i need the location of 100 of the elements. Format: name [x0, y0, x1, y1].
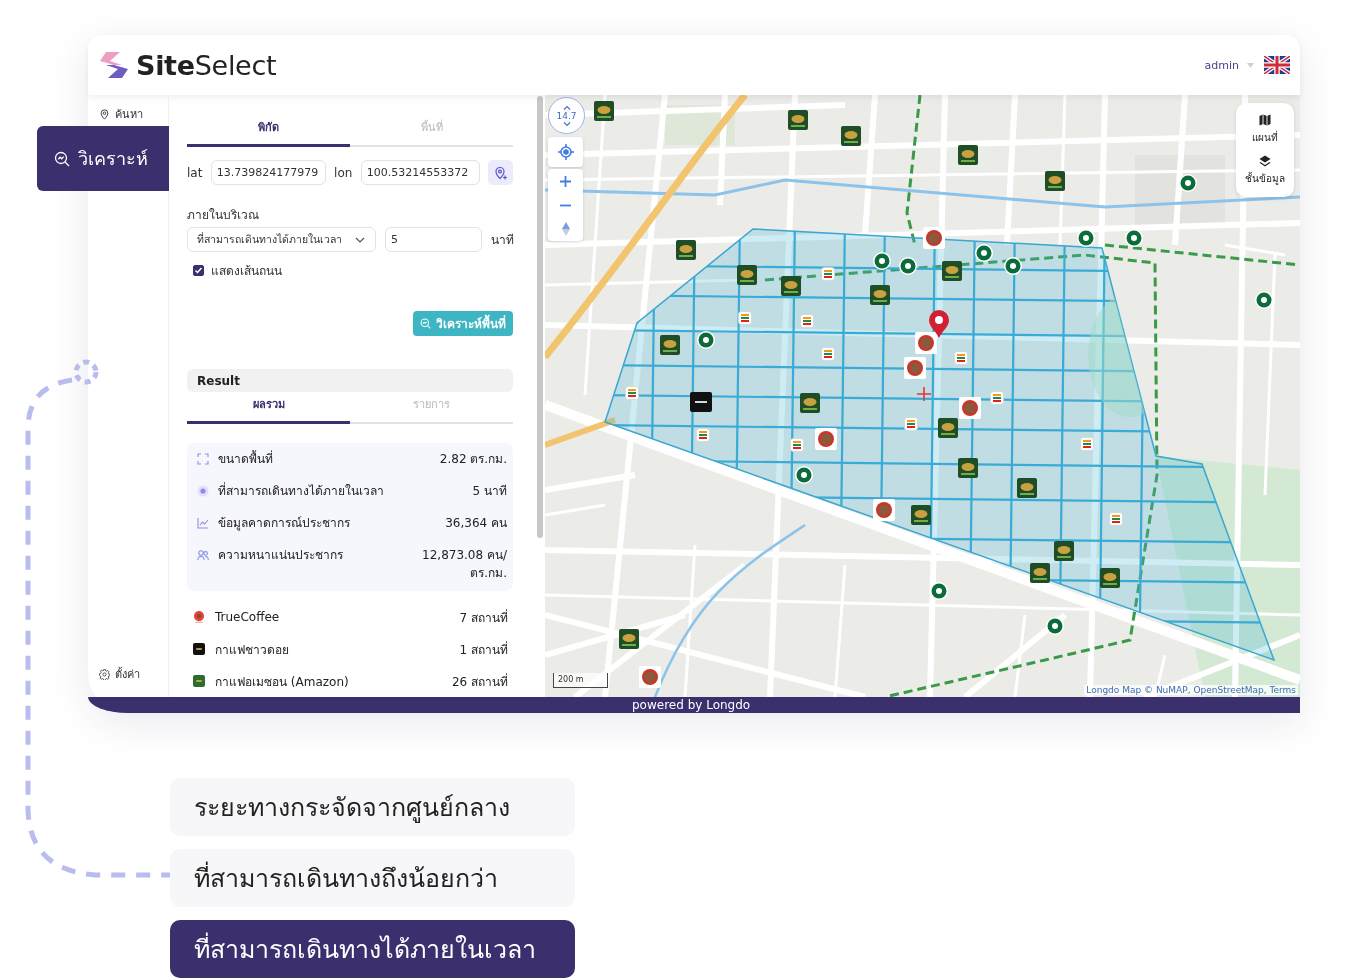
- store-marker-icon[interactable]: [625, 386, 639, 400]
- square-marker-icon[interactable]: [690, 392, 712, 412]
- round-cafe-marker-icon[interactable]: [1255, 291, 1273, 309]
- cafe-marker-icon[interactable]: [911, 505, 931, 525]
- cafe-marker-icon[interactable]: [942, 261, 962, 281]
- store-marker-icon[interactable]: [990, 391, 1004, 405]
- latitude-input[interactable]: 13.739824177979: [210, 160, 326, 185]
- cafe-marker-icon[interactable]: [619, 629, 639, 649]
- map-icon: [1259, 113, 1271, 126]
- flag-icon[interactable]: [1264, 56, 1290, 74]
- round-cafe-marker-icon[interactable]: [975, 244, 993, 262]
- store-marker-icon[interactable]: [790, 438, 804, 452]
- scrollbar[interactable]: [537, 96, 543, 538]
- option-item[interactable]: ระยะทางกระจัดจากศูนย์กลาง: [170, 778, 575, 836]
- minutes-unit: นาที: [491, 232, 514, 249]
- cafe-marker-icon[interactable]: [958, 145, 978, 165]
- footer-text: powered by Longdo: [632, 697, 751, 713]
- pin-add-icon: [493, 165, 508, 180]
- checkbox[interactable]: [193, 265, 204, 276]
- cafe-marker-icon[interactable]: [958, 458, 978, 478]
- brand-count: 26 สถานที่: [451, 672, 508, 691]
- cafe-marker-icon[interactable]: [938, 418, 958, 438]
- minutes-input[interactable]: 5: [385, 227, 482, 252]
- scale-bar: 200 m: [553, 673, 608, 688]
- cafe-marker-icon[interactable]: [1100, 568, 1120, 588]
- store-marker-icon[interactable]: [800, 314, 814, 328]
- cafe-marker-icon[interactable]: [841, 126, 861, 146]
- ring-marker-icon[interactable]: [959, 397, 981, 419]
- round-cafe-marker-icon[interactable]: [873, 252, 891, 270]
- tab[interactable]: ผลรวม: [187, 392, 350, 424]
- round-cafe-marker-icon[interactable]: [930, 582, 948, 600]
- cafe-marker-icon[interactable]: [737, 265, 757, 285]
- crosshair-icon: [557, 144, 574, 160]
- nav-item[interactable]: ค้นหา: [88, 103, 168, 125]
- cafe-marker-icon[interactable]: [1045, 171, 1065, 191]
- cafe-marker-icon[interactable]: [788, 110, 808, 130]
- cafe-marker-icon[interactable]: [1017, 478, 1037, 498]
- cafe-marker-icon[interactable]: [594, 101, 614, 121]
- store-marker-icon[interactable]: [1080, 437, 1094, 451]
- store-marker-icon[interactable]: [1109, 512, 1123, 526]
- option-item[interactable]: ที่สามารถเดินทางถึงน้อยกว่า: [170, 849, 575, 907]
- stat-label: ขนาดพื้นที่: [218, 450, 273, 468]
- logo-icon: [100, 52, 128, 78]
- brand-name-label: กาแฟอเมซอน (Amazon): [215, 673, 349, 691]
- ring-marker-icon[interactable]: [923, 227, 945, 249]
- stat-label: ข้อมูลคาดการณ์ประชากร: [218, 515, 350, 532]
- lat-label: lat: [187, 165, 203, 180]
- cafe-marker-icon[interactable]: [1030, 563, 1050, 583]
- cafe-marker-icon[interactable]: [676, 240, 696, 260]
- round-cafe-marker-icon[interactable]: [795, 466, 813, 484]
- area-type-select[interactable]: ที่สามารถเดินทางได้ภายในเวลา: [187, 227, 376, 252]
- option-item[interactable]: ที่สามารถเดินทางได้ภายในเวลา: [170, 920, 575, 978]
- cafe-marker-icon[interactable]: [870, 285, 890, 305]
- cafe-marker-icon[interactable]: [1054, 541, 1074, 561]
- analysis-search-icon: [54, 150, 70, 167]
- round-cafe-marker-icon[interactable]: [1046, 617, 1064, 635]
- user-menu[interactable]: admin: [1204, 58, 1254, 72]
- brand-name: SiteSelect: [136, 49, 277, 81]
- longitude-input[interactable]: 100.53214553372: [360, 160, 480, 185]
- round-cafe-marker-icon[interactable]: [697, 331, 715, 349]
- store-marker-icon[interactable]: [821, 347, 835, 361]
- store-marker-icon[interactable]: [904, 417, 918, 431]
- stat-value: 5 นาที: [472, 483, 507, 500]
- store-marker-icon[interactable]: [821, 267, 835, 281]
- round-cafe-marker-icon[interactable]: [899, 257, 917, 275]
- expand-corners-icon: [197, 453, 209, 465]
- cafe-marker-icon[interactable]: [781, 276, 801, 296]
- round-cafe-marker-icon[interactable]: [1125, 229, 1143, 247]
- ring-marker-icon[interactable]: [873, 499, 895, 521]
- cafe-marker-icon[interactable]: [660, 335, 680, 355]
- location-pin-icon[interactable]: [929, 310, 949, 338]
- map-attribution: Longdo Map © NuMAP, OpenStreetMap, Terms: [1084, 685, 1298, 695]
- locate-button[interactable]: [548, 137, 583, 167]
- store-marker-icon[interactable]: [738, 311, 752, 325]
- chevron-down-icon: [562, 121, 571, 127]
- stat-label: ที่สามารถเดินทางได้ภายในเวลา: [218, 482, 384, 500]
- nav-item[interactable]: วิเคราะห์: [37, 126, 169, 191]
- ring-marker-icon[interactable]: [904, 357, 926, 379]
- lon-label: lon: [334, 165, 353, 180]
- minus-icon: [560, 203, 571, 207]
- chevron-down-icon: [355, 236, 365, 243]
- brand-count: 7 สถานที่: [459, 608, 508, 627]
- stat-value: 12,873.08 คน/ ตร.กม.: [421, 547, 507, 582]
- round-cafe-marker-icon[interactable]: [1004, 257, 1022, 275]
- pick-location-button[interactable]: [488, 160, 513, 185]
- tab[interactable]: พิกัด: [187, 115, 350, 147]
- map-button[interactable]: แผนที่: [1252, 113, 1278, 145]
- round-cafe-marker-icon[interactable]: [1077, 229, 1095, 247]
- layers-button[interactable]: ชั้นข้อมูล: [1245, 155, 1285, 187]
- gear-icon: [99, 668, 110, 680]
- ring-marker-icon[interactable]: [639, 666, 661, 688]
- ring-marker-icon[interactable]: [815, 428, 837, 450]
- stat-label: ความหนาแน่นประชากร: [218, 547, 343, 564]
- store-marker-icon[interactable]: [696, 428, 710, 442]
- store-marker-icon[interactable]: [954, 351, 968, 365]
- settings-link[interactable]: ตั้งค่า: [88, 663, 168, 685]
- ring-marker-icon[interactable]: [915, 332, 937, 354]
- people-icon: [197, 549, 209, 561]
- cafe-marker-icon[interactable]: [800, 393, 820, 413]
- round-cafe-marker-icon[interactable]: [1179, 174, 1197, 192]
